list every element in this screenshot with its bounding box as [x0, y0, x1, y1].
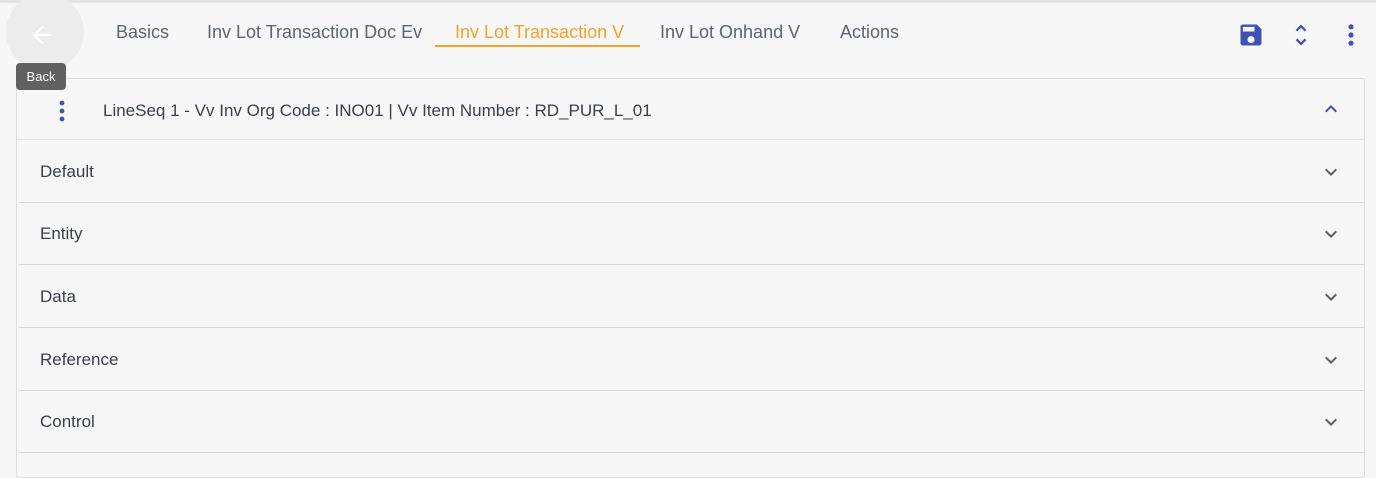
section-reference[interactable]: Reference [19, 329, 1364, 391]
arrow-left-icon[interactable] [28, 21, 56, 49]
chevron-down-icon[interactable] [1319, 160, 1343, 184]
back-tooltip: Back [16, 63, 66, 90]
section-default[interactable]: Default [19, 141, 1364, 203]
save-icon[interactable] [1237, 21, 1265, 49]
chevron-down-icon[interactable] [1319, 410, 1343, 434]
active-tab-indicator [435, 45, 640, 47]
chevron-down-icon[interactable] [1319, 348, 1343, 372]
tab-inv-lot-transaction-v[interactable]: Inv Lot Transaction V [455, 22, 624, 43]
section-label: Data [40, 287, 76, 306]
section-data[interactable]: Data [19, 266, 1364, 328]
tab-actions[interactable]: Actions [840, 22, 899, 43]
unfold-icon[interactable] [1287, 21, 1315, 49]
chevron-up-icon[interactable] [1319, 97, 1343, 121]
section-entity[interactable]: Entity [19, 203, 1364, 265]
tab-inv-lot-transaction-doc-ev[interactable]: Inv Lot Transaction Doc Ev [207, 22, 422, 43]
record-menu-icon[interactable] [57, 99, 67, 123]
chevron-down-icon[interactable] [1319, 222, 1343, 246]
top-navigation-bar: Basics Inv Lot Transaction Doc Ev Inv Lo… [0, 0, 1376, 71]
section-label: Reference [40, 350, 119, 369]
record-title: LineSeq 1 - Vv Inv Org Code : INO01 | Vv… [103, 101, 652, 120]
tab-basics[interactable]: Basics [116, 22, 169, 43]
more-vertical-icon[interactable] [1337, 21, 1365, 49]
record-header[interactable]: LineSeq 1 - Vv Inv Org Code : INO01 | Vv… [17, 79, 1364, 140]
section-label: Entity [40, 224, 83, 243]
section-label: Default [40, 162, 94, 181]
chevron-down-icon[interactable] [1319, 285, 1343, 309]
section-label: Control [40, 412, 95, 431]
section-control[interactable]: Control [19, 391, 1364, 453]
tab-inv-lot-onhand-v[interactable]: Inv Lot Onhand V [660, 22, 800, 43]
record-panel: LineSeq 1 - Vv Inv Org Code : INO01 | Vv… [16, 78, 1365, 478]
